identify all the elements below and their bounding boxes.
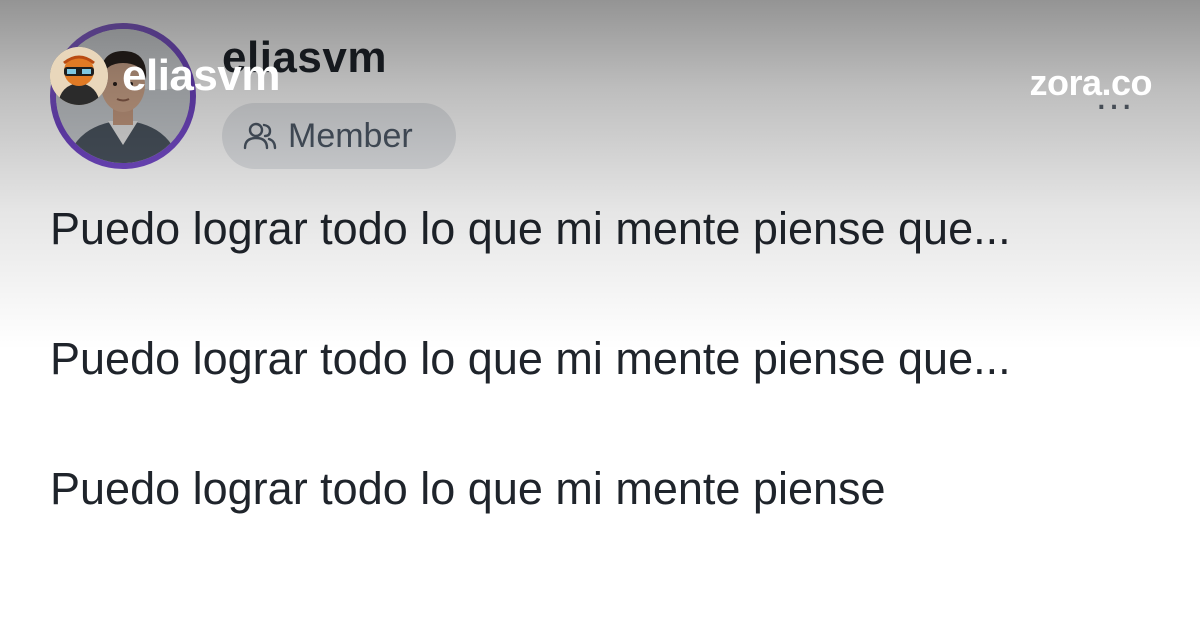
brand-watermark[interactable]: zora.co — [1029, 60, 1152, 106]
post-paragraph: Puedo lograr todo lo que mi mente piense… — [50, 333, 1011, 384]
member-badge: Member — [222, 103, 456, 169]
creator-name: eliasvm — [122, 51, 280, 100]
member-badge-label: Member — [288, 117, 413, 155]
post-card: eliasvm Member Puedo lograr todo lo que … — [0, 0, 1200, 630]
post-paragraph: Puedo lograr todo lo que mi mente piense… — [50, 203, 1011, 254]
creator-chip[interactable]: eliasvm — [50, 47, 280, 105]
users-icon — [243, 122, 277, 150]
creator-avatar — [50, 47, 108, 105]
post-paragraph: Puedo lograr todo lo que mi mente piense — [50, 463, 886, 514]
post-body: Puedo lograr todo lo que mi mente piense… — [50, 196, 1110, 586]
